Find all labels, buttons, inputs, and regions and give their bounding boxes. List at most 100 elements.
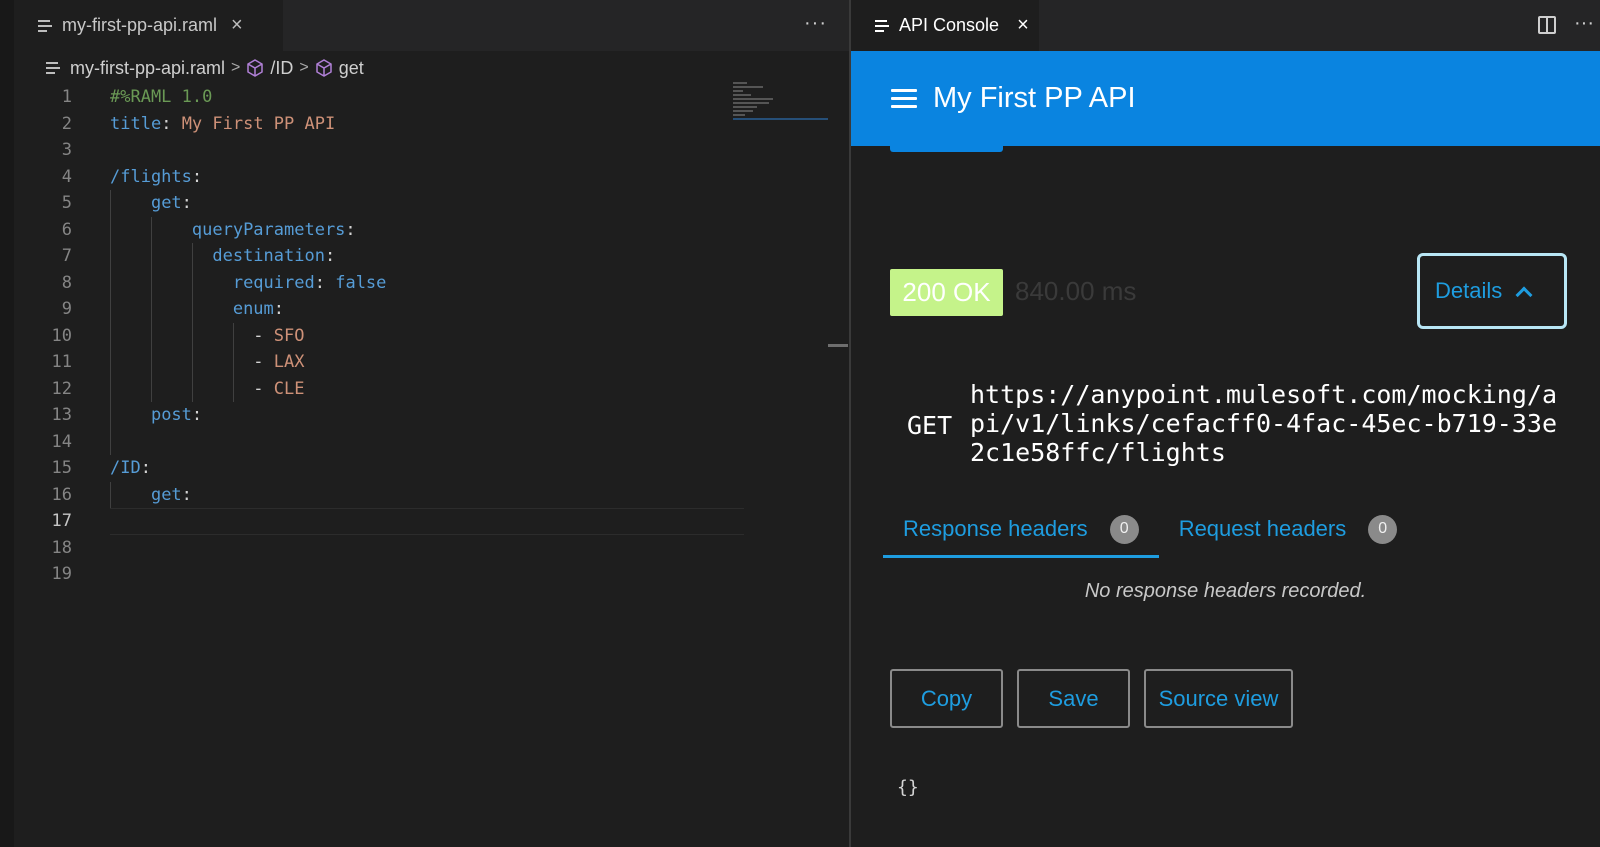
code-text: #%RAML 1.0: [110, 87, 213, 107]
code-line[interactable]: 10 - SFO: [14, 322, 734, 349]
line-number: 3: [61, 140, 72, 160]
code-line[interactable]: 7 destination:: [14, 243, 734, 270]
page-title: My First PP API: [933, 82, 1136, 114]
code-line[interactable]: 15/ID:: [14, 455, 734, 482]
line-number: 15: [51, 458, 72, 478]
close-icon[interactable]: ×: [1017, 14, 1029, 37]
response-actions: Copy Save Source view: [890, 669, 1307, 728]
editor-tab-raml[interactable]: my-first-pp-api.raml ×: [14, 0, 283, 51]
details-label: Details: [1435, 278, 1503, 303]
code-text: required: false: [232, 272, 387, 293]
response-time: 840.00 ms: [1015, 276, 1137, 306]
line-number: 7: [61, 246, 72, 266]
current-line-highlight: [110, 508, 744, 535]
tab-label: Response headers: [903, 516, 1088, 541]
code-line[interactable]: 3: [14, 137, 734, 164]
code-text: destination:: [212, 246, 336, 266]
code-line[interactable]: 12 - CLE: [14, 375, 734, 402]
code-line[interactable]: 19: [14, 561, 734, 588]
scrollbar-thumb[interactable]: [828, 344, 848, 347]
more-icon[interactable]: ···: [804, 12, 827, 35]
minimap[interactable]: [733, 82, 828, 142]
source-view-button[interactable]: Source view: [1144, 669, 1293, 728]
cube-icon: [247, 59, 264, 77]
code-text: get:: [150, 484, 192, 505]
breadcrumb-segment-id[interactable]: /ID: [270, 58, 293, 79]
indent-guide: [110, 428, 111, 455]
request-url: https://anypoint.mulesoft.com/mocking/ap…: [970, 380, 1557, 467]
send-button-edge[interactable]: [890, 146, 1003, 152]
code-line[interactable]: 17: [14, 508, 744, 535]
editor-tab-label: my-first-pp-api.raml: [62, 15, 218, 35]
code-line[interactable]: 11 - LAX: [14, 349, 734, 376]
console-tab-bar: API Console × ···: [851, 0, 1600, 51]
response-body: {}: [897, 777, 919, 798]
code-text: title: My First PP API: [110, 113, 336, 134]
line-number: 18: [51, 537, 72, 558]
code-editor[interactable]: 1 #%RAML 1.0 2 title: My First PP API 3 4/fli…: [14, 84, 744, 588]
chevron-right-icon: >: [231, 59, 241, 76]
chevron-up-icon: [1515, 286, 1533, 304]
line-number: 5: [61, 193, 72, 213]
tab-label: Request headers: [1178, 516, 1347, 541]
split-editor-icon[interactable]: [1538, 16, 1556, 34]
code-text: - CLE: [253, 378, 305, 399]
tab-request-headers[interactable]: Request headers 0: [1159, 500, 1418, 558]
close-icon[interactable]: ×: [231, 14, 243, 37]
line-number: 8: [61, 272, 72, 293]
hamburger-icon[interactable]: [891, 88, 917, 109]
code-line[interactable]: 6 queryParameters:: [14, 216, 734, 243]
count-badge: 0: [1368, 514, 1398, 544]
headers-tabs: Response headers 0 Request headers 0: [883, 500, 1417, 558]
code-line[interactable]: 1 #%RAML 1.0: [14, 84, 734, 111]
line-number: 10: [51, 325, 72, 346]
tab-response-headers[interactable]: Response headers 0: [883, 500, 1159, 558]
activity-gutter: [0, 0, 14, 847]
console-tab-label: API Console: [899, 15, 1000, 35]
code-line[interactable]: 4/flights:: [14, 164, 734, 191]
code-line[interactable]: 14: [14, 428, 734, 455]
file-lines-icon: [875, 19, 889, 33]
code-line[interactable]: 13 post:: [14, 402, 734, 429]
code-text: get:: [150, 193, 192, 213]
breadcrumb-file[interactable]: my-first-pp-api.raml: [70, 58, 225, 79]
console-tab[interactable]: API Console ×: [851, 0, 1039, 51]
line-number: 12: [51, 378, 72, 399]
code-text: - SFO: [253, 325, 305, 346]
details-button[interactable]: Details: [1417, 253, 1567, 329]
copy-button[interactable]: Copy: [890, 669, 1003, 728]
code-line[interactable]: 16 get:: [14, 481, 734, 508]
editor-pane: my-first-pp-api.raml × ··· my-first-pp-a…: [0, 0, 849, 847]
line-number: 17: [51, 511, 72, 531]
code-text: enum:: [232, 299, 285, 319]
api-console-pane: API Console × ··· My First PP API 200 OK…: [851, 0, 1600, 847]
save-button[interactable]: Save: [1017, 669, 1130, 728]
line-number: 13: [51, 405, 72, 425]
file-lines-icon: [46, 61, 60, 75]
empty-headers-message: No response headers recorded.: [1084, 580, 1367, 602]
request-method: GET: [907, 411, 953, 440]
line-number: 11: [51, 352, 72, 372]
status-badge: 200 OK: [890, 269, 1003, 316]
code-text: - LAX: [253, 352, 305, 372]
code-line[interactable]: 18: [14, 535, 734, 562]
cube-icon: [315, 59, 332, 77]
code-text: /flights:: [110, 166, 203, 187]
file-lines-icon: [38, 19, 52, 33]
line-number: 9: [61, 299, 72, 319]
code-text: post:: [150, 405, 203, 425]
line-number: 1: [61, 87, 72, 107]
code-line[interactable]: 8 required: false: [14, 269, 734, 296]
code-line[interactable]: 9 enum:: [14, 296, 734, 323]
line-number: 14: [51, 431, 72, 452]
line-number: 4: [61, 166, 72, 187]
chevron-right-icon: >: [299, 59, 309, 76]
console-app-bar: My First PP API: [851, 51, 1600, 146]
more-icon[interactable]: ···: [1574, 12, 1594, 35]
breadcrumb: my-first-pp-api.raml > /ID > get: [46, 56, 364, 80]
breadcrumb-segment-get[interactable]: get: [339, 58, 364, 79]
count-badge: 0: [1109, 514, 1139, 544]
code-line[interactable]: 2 title: My First PP API: [14, 111, 734, 138]
code-text: queryParameters:: [191, 219, 356, 240]
code-line[interactable]: 5 get:: [14, 190, 734, 217]
